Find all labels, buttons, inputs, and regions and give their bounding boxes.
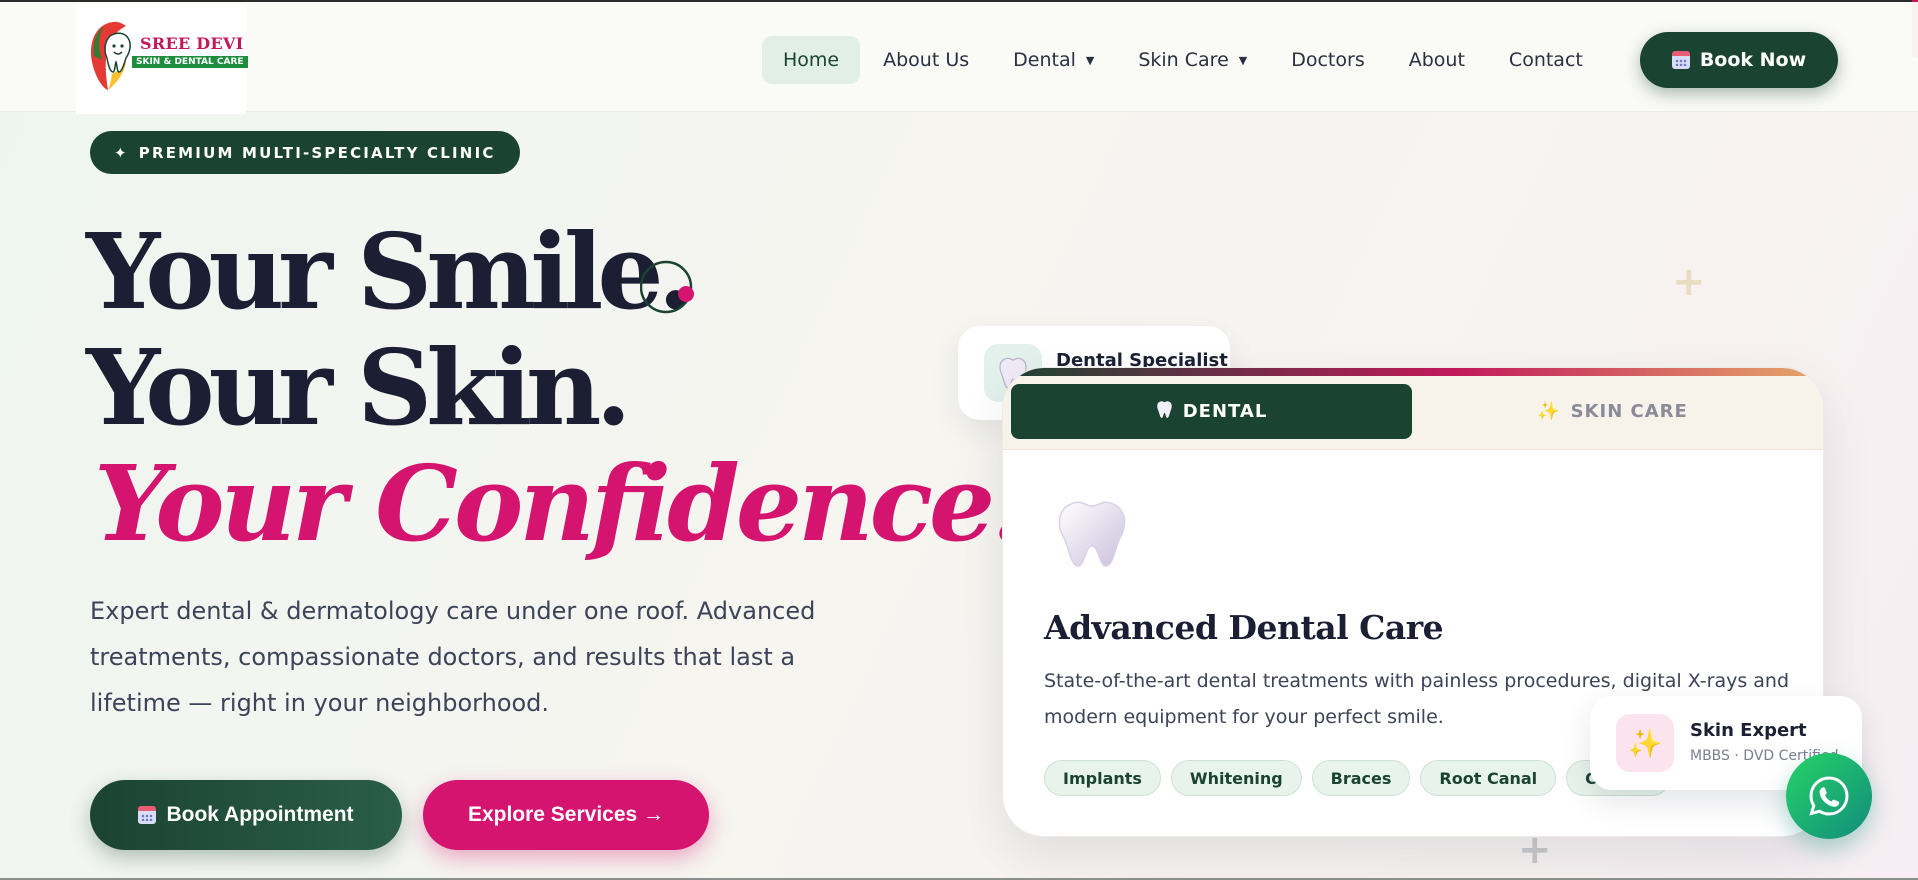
chip-root-canal[interactable]: Root Canal — [1420, 760, 1557, 796]
tab-dental[interactable]: DENTAL — [1011, 384, 1412, 439]
premium-badge: ✦ PREMIUM MULTI-SPECIALTY CLINIC — [90, 131, 520, 174]
tab-skin-care[interactable]: ✨ SKIN CARE — [1412, 384, 1813, 439]
sparkle-icon: ✦ — [114, 143, 129, 162]
nav-item-label: Dental — [1013, 49, 1076, 71]
service-chips: Implants Whitening Braces Root Canal Cro… — [1044, 760, 1671, 796]
nav-item-label: Doctors — [1291, 49, 1365, 71]
chip-implants[interactable]: Implants — [1044, 760, 1161, 796]
tab-label: SKIN CARE — [1570, 401, 1688, 422]
book-appointment-button[interactable]: Book Appointment — [90, 780, 402, 850]
headline-line-3: Your Confidence. — [94, 442, 1027, 565]
book-now-label: Book Now — [1699, 49, 1807, 71]
brand-name: SREE DEVI — [140, 34, 244, 53]
brand-subtitle: SKIN & DENTAL CARE — [132, 56, 248, 68]
sparkles-icon: ✨ — [1616, 714, 1674, 772]
badge-text: PREMIUM MULTI-SPECIALTY CLINIC — [138, 143, 496, 162]
nav-item-contact[interactable]: Contact — [1488, 36, 1604, 84]
headline-line-2: Your Skin. — [86, 326, 632, 449]
brand-logo[interactable]: SREE DEVI SKIN & DENTAL CARE — [76, 4, 248, 114]
service-title: Advanced Dental Care — [1044, 608, 1444, 647]
nav-item-about[interactable]: About — [1388, 36, 1486, 84]
main-nav: Home About Us Dental ▼ Skin Care ▼ Docto… — [762, 34, 1606, 86]
card-accent-bar — [1003, 368, 1823, 376]
chevron-down-icon: ▼ — [1085, 53, 1095, 67]
calendar-icon — [138, 806, 157, 824]
skin-expert-title: Skin Expert — [1690, 720, 1807, 741]
tooth-icon — [1058, 501, 1126, 567]
chip-whitening[interactable]: Whitening — [1170, 760, 1302, 796]
tab-label: DENTAL — [1182, 401, 1268, 422]
chevron-down-icon: ▼ — [1238, 53, 1248, 67]
hero-description: Expert dental & dermatology care under o… — [90, 597, 816, 717]
tooth-icon — [1156, 400, 1173, 424]
site-header: SREE DEVI SKIN & DENTAL CARE Home About … — [0, 2, 1918, 114]
headline-line-1: Your Smile. — [86, 210, 694, 333]
nav-item-label: Skin Care — [1138, 49, 1229, 71]
nav-item-dental[interactable]: Dental ▼ — [992, 36, 1115, 84]
tooth-logo-icon — [90, 21, 131, 91]
nav-item-about-us[interactable]: About Us — [862, 36, 990, 84]
nav-item-label: About — [1408, 49, 1465, 71]
calendar-icon — [1671, 51, 1690, 69]
nav-item-label: Contact — [1508, 49, 1583, 71]
nav-item-label: Home — [783, 49, 840, 71]
nav-item-skin-care[interactable]: Skin Care ▼ — [1117, 36, 1268, 84]
whatsapp-button[interactable] — [1786, 753, 1872, 839]
explore-services-label: Explore Services → — [467, 803, 665, 826]
nav-item-home[interactable]: Home — [762, 36, 861, 84]
nav-item-label: About Us — [883, 49, 970, 71]
service-tabs: DENTAL ✨ SKIN CARE — [1003, 376, 1823, 450]
chip-braces[interactable]: Braces — [1311, 760, 1411, 796]
nav-item-doctors[interactable]: Doctors — [1270, 36, 1386, 84]
ring-decoration-icon — [640, 260, 694, 314]
book-appointment-label: Book Appointment — [166, 803, 354, 826]
book-now-button[interactable]: Book Now — [1640, 32, 1838, 88]
whatsapp-icon — [1809, 776, 1849, 816]
sparkles-icon: ✨ — [1537, 401, 1561, 422]
plus-decoration-icon: + — [1672, 259, 1706, 305]
explore-services-button[interactable]: Explore Services → — [423, 780, 709, 850]
